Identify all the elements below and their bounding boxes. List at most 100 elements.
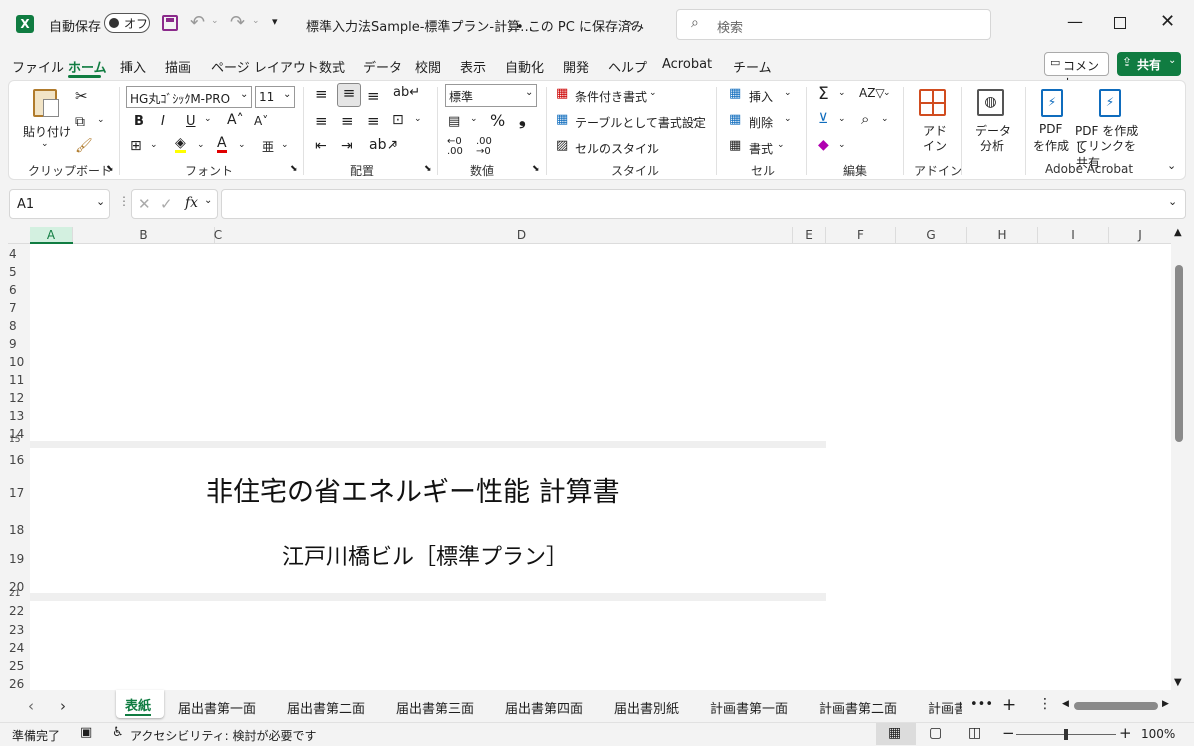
tab-acrobat[interactable]: Acrobat: [662, 57, 712, 72]
worksheet-grid[interactable]: A B C D E F G H I J 4 5 6 7 8 9 10 11 12…: [8, 227, 1186, 691]
italic-button[interactable]: I: [161, 114, 165, 129]
column-header-g[interactable]: G: [896, 227, 967, 244]
row-header[interactable]: 21: [8, 589, 30, 599]
insert-function-icon[interactable]: fx: [185, 195, 198, 211]
sort-filter-icon[interactable]: AZ▽: [859, 86, 885, 100]
zoom-level[interactable]: 100%: [1141, 727, 1175, 741]
row-header[interactable]: 7: [8, 301, 30, 315]
increase-indent-icon[interactable]: ⇥: [341, 138, 353, 154]
row-header[interactable]: 18: [8, 523, 30, 537]
increase-decimal-icon[interactable]: ←0.00: [447, 137, 463, 157]
row-header[interactable]: 4: [8, 247, 30, 261]
next-sheet-icon[interactable]: ›: [60, 697, 66, 715]
align-top-icon[interactable]: ≡: [315, 85, 328, 103]
font-color-chevron-icon[interactable]: ⌄: [238, 140, 246, 150]
row-header[interactable]: 15: [8, 435, 30, 445]
phonetic-chevron-icon[interactable]: ⌄: [281, 140, 289, 150]
close-icon[interactable]: ✕: [1160, 11, 1175, 32]
maximize-icon[interactable]: [1114, 17, 1126, 29]
column-header-c[interactable]: C: [185, 227, 251, 244]
tab-review[interactable]: 校閲: [415, 57, 441, 76]
scroll-left-icon[interactable]: ◀: [1062, 699, 1069, 709]
undo-icon[interactable]: ↶: [190, 12, 205, 33]
tab-page-layout[interactable]: ページ レイアウト: [211, 57, 319, 76]
copy-chevron-icon[interactable]: ⌄: [97, 115, 105, 125]
collapse-ribbon-icon[interactable]: ⌄: [1167, 159, 1176, 172]
fill-color-chevron-icon[interactable]: ⌄: [197, 140, 205, 150]
find-select-chevron-icon[interactable]: ⌄: [881, 114, 889, 124]
row-header[interactable]: 13: [8, 409, 30, 423]
cover-title[interactable]: 非住宅の省エネルギー性能 計算書: [206, 470, 620, 509]
fill-chevron-icon[interactable]: ⌄: [838, 114, 846, 124]
row-header[interactable]: 11: [8, 373, 30, 387]
page-break-view-icon[interactable]: ◫: [968, 725, 981, 741]
conditional-formatting-icon[interactable]: ▦: [556, 86, 568, 101]
alignment-launcher-icon[interactable]: ⬊: [424, 164, 432, 174]
previous-sheet-icon[interactable]: ‹: [28, 697, 34, 715]
sheet-tab[interactable]: 届出書第四面: [505, 698, 583, 717]
save-status[interactable]: • この PC に保存済み: [516, 16, 644, 35]
sheet-tab[interactable]: 計画書: [928, 698, 962, 717]
phonetic-icon[interactable]: 亜: [262, 138, 274, 155]
autosum-icon[interactable]: Σ: [818, 84, 829, 104]
sort-filter-chevron-icon[interactable]: ⌄: [883, 88, 891, 98]
tab-formulas[interactable]: 数式: [319, 57, 345, 76]
row-header[interactable]: 16: [8, 453, 30, 467]
fill-color-icon[interactable]: ◈: [175, 136, 186, 153]
expand-formula-bar-icon[interactable]: ⌄: [1168, 195, 1177, 208]
row-header[interactable]: 23: [8, 623, 30, 637]
cover-subtitle[interactable]: 江戸川橋ビル［標準プラン］: [282, 539, 568, 571]
column-header-e[interactable]: E: [793, 227, 826, 244]
format-as-table-chevron-icon[interactable]: ⌄: [691, 114, 699, 124]
column-header-i[interactable]: I: [1038, 227, 1109, 244]
fill-icon[interactable]: ⊻: [818, 111, 828, 127]
customize-toolbar-icon[interactable]: ▾: [272, 15, 278, 28]
confirm-entry-icon[interactable]: ✓: [160, 195, 173, 213]
comma-style-icon[interactable]: ❟: [519, 110, 526, 130]
font-size-select[interactable]: 11 ⌄: [255, 86, 295, 108]
insert-cells-button[interactable]: 挿入: [749, 88, 773, 105]
row-header[interactable]: 19: [8, 552, 30, 566]
row-header[interactable]: 25: [8, 659, 30, 673]
insert-cells-chevron-icon[interactable]: ⌄: [784, 88, 792, 98]
paste-button[interactable]: 貼り付け ⌄: [21, 87, 71, 153]
underline-button[interactable]: U: [186, 114, 196, 129]
percent-button[interactable]: %: [490, 111, 505, 130]
cell-styles-chevron-icon[interactable]: ⌄: [646, 140, 654, 150]
conditional-formatting-chevron-icon[interactable]: ⌄: [649, 88, 657, 98]
add-sheet-icon[interactable]: +: [1002, 695, 1016, 715]
page-layout-view-icon[interactable]: ▢: [929, 725, 942, 741]
insert-cells-icon[interactable]: ▦: [729, 86, 741, 101]
normal-view-button[interactable]: ▦: [876, 723, 916, 745]
row-header[interactable]: 5: [8, 265, 30, 279]
clear-chevron-icon[interactable]: ⌄: [838, 140, 846, 150]
select-all-corner[interactable]: [8, 227, 30, 244]
accounting-format-icon[interactable]: ▤: [448, 114, 460, 129]
borders-chevron-icon[interactable]: ⌄: [150, 140, 158, 150]
function-chevron-icon[interactable]: ⌄: [204, 195, 212, 206]
row-header[interactable]: 17: [8, 486, 30, 500]
column-header-h[interactable]: H: [967, 227, 1038, 244]
underline-chevron-icon[interactable]: ⌄: [204, 114, 212, 124]
row-header[interactable]: 24: [8, 641, 30, 655]
vertical-scrollbar[interactable]: ▲ ▼: [1171, 227, 1186, 690]
bold-button[interactable]: B: [134, 114, 144, 129]
search-box[interactable]: ⌕ 検索: [676, 9, 991, 40]
tab-help[interactable]: ヘルプ: [608, 57, 647, 76]
tab-home[interactable]: ホーム: [68, 57, 107, 76]
horizontal-scroll-thumb[interactable]: [1074, 702, 1158, 710]
tab-team[interactable]: チーム: [733, 57, 772, 76]
save-icon[interactable]: [162, 15, 178, 31]
font-name-select[interactable]: HG丸ｺﾞｼｯｸM-PRO ⌄: [126, 86, 252, 108]
redo-icon[interactable]: ↷: [230, 12, 245, 33]
data-analysis-button[interactable]: ◍ データ 分析: [969, 87, 1015, 153]
macro-record-icon[interactable]: ▣: [80, 725, 92, 740]
tab-automate[interactable]: 自動化: [505, 57, 544, 76]
comment-button[interactable]: ▭ コメント: [1044, 52, 1109, 90]
clear-icon[interactable]: ◆: [818, 137, 829, 153]
tab-draw[interactable]: 描画: [165, 57, 191, 76]
row-header[interactable]: 22: [8, 604, 30, 618]
zoom-in-icon[interactable]: +: [1119, 724, 1132, 742]
tab-data[interactable]: データ: [363, 57, 402, 76]
zoom-out-icon[interactable]: −: [1002, 724, 1015, 742]
